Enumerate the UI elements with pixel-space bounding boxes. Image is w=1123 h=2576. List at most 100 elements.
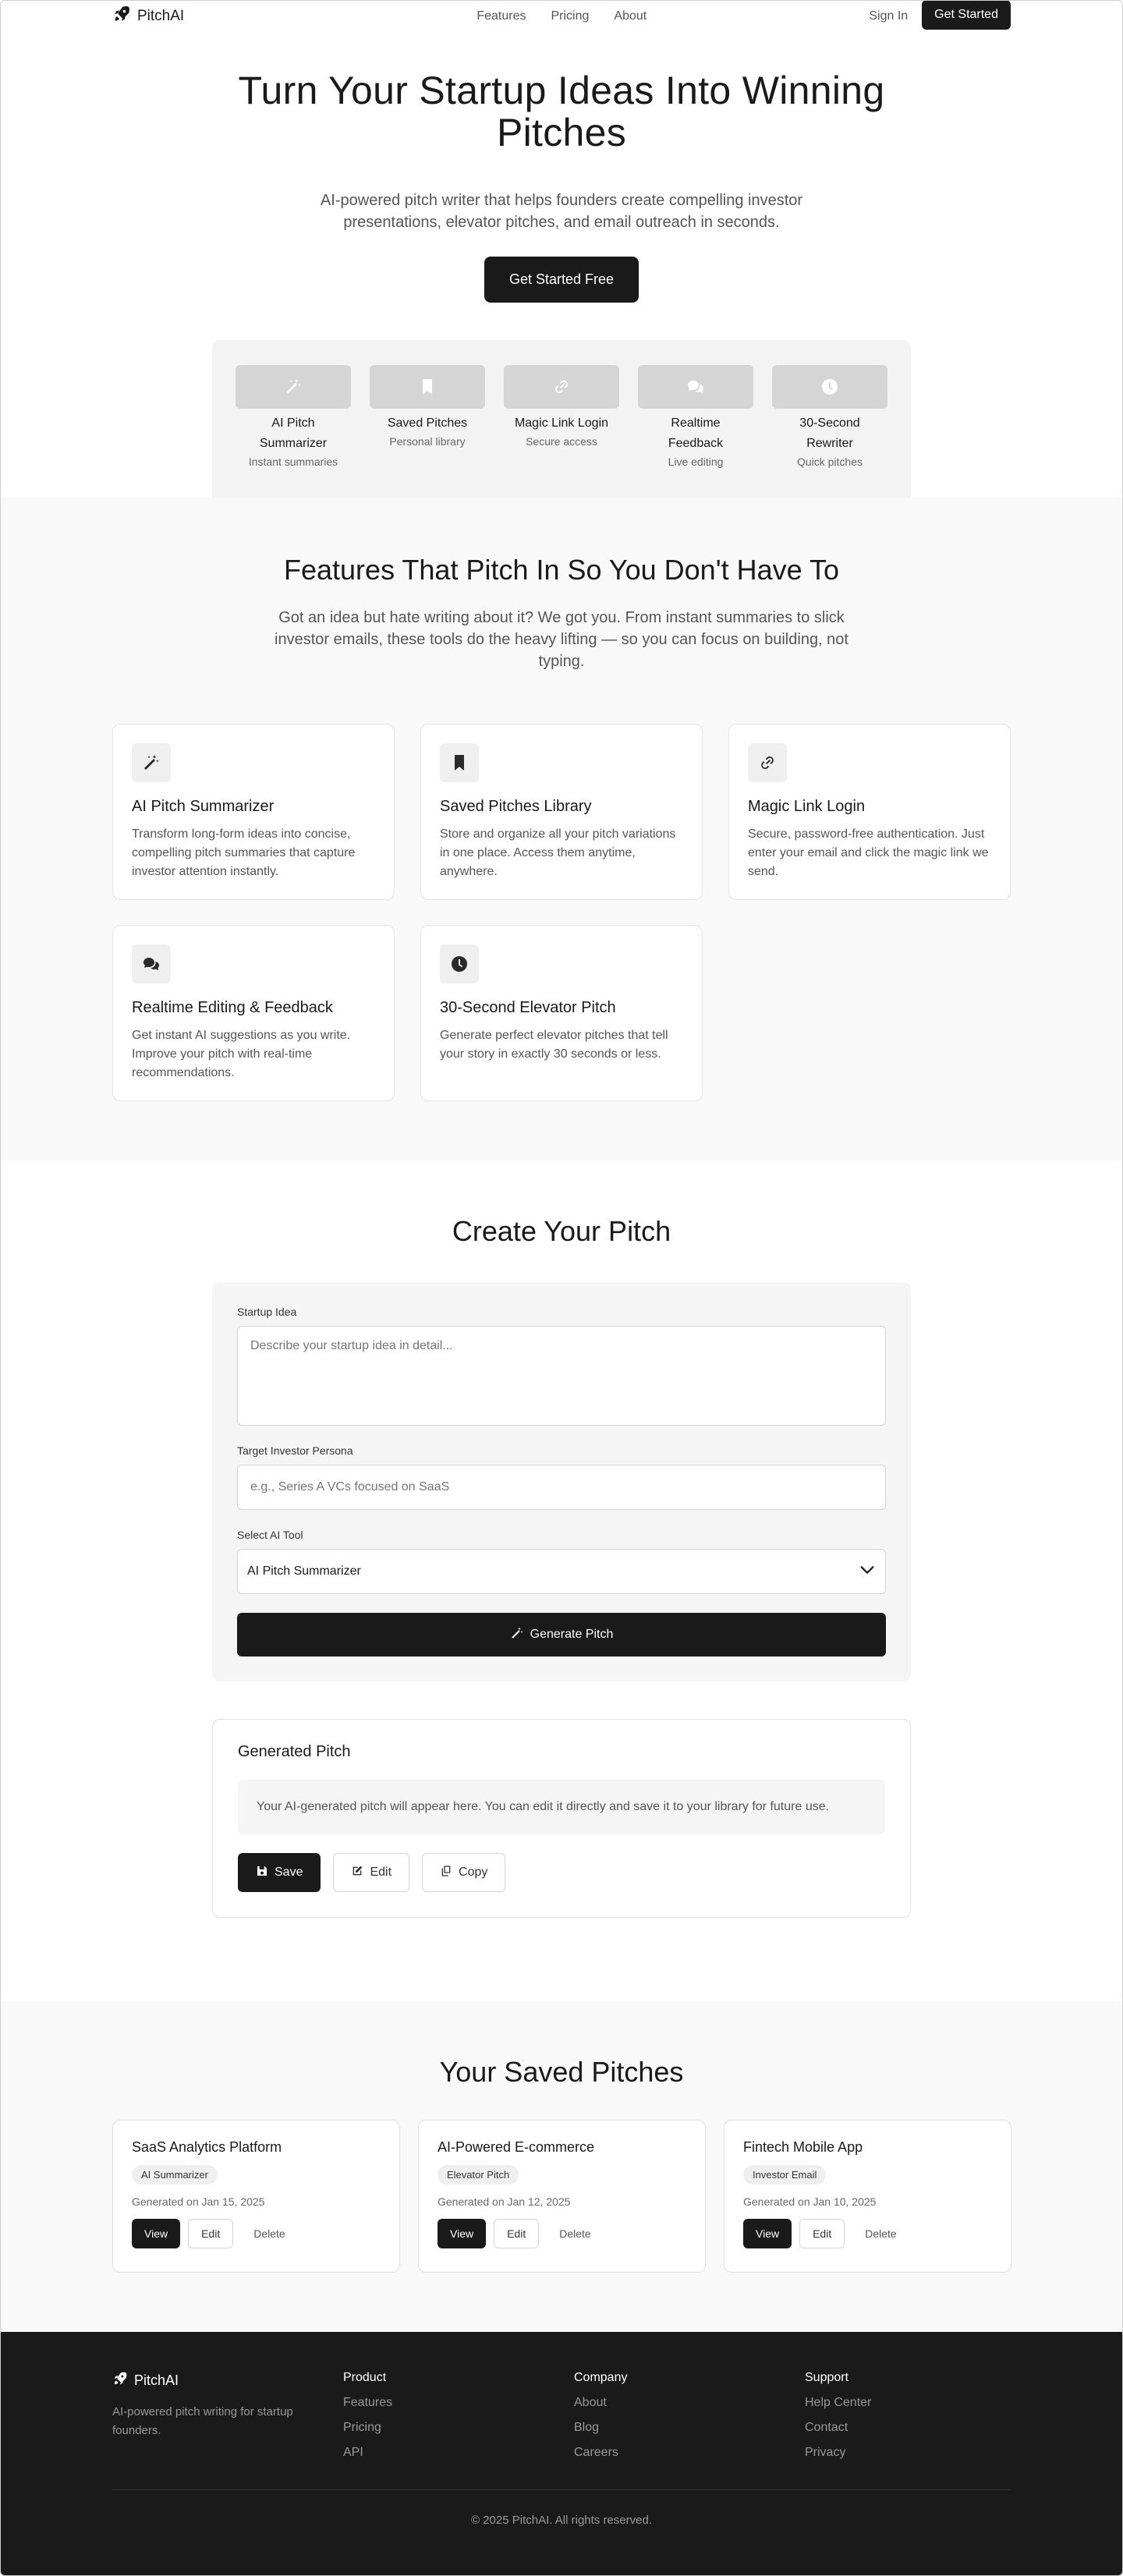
footer-link[interactable]: API [343,2446,574,2460]
create-title: Create Your Pitch [452,1215,671,1247]
feature-card: 30-Second Elevator Pitch Generate perfec… [420,925,703,1101]
tool-item-saved[interactable]: Saved Pitches Personal library [370,365,485,498]
saved-pitch-title: SaaS Analytics Platform [132,2139,282,2155]
edit-button[interactable]: Edit [333,1853,410,1892]
features-section: Features That Pitch In So You Don't Have… [1,498,1122,1160]
hero-subtitle: AI-powered pitch writer that helps found… [320,192,803,231]
nav-link-features[interactable]: Features [476,9,526,23]
saved-pitches-grid: SaaS Analytics Platform AI Summarizer Ge… [112,2120,1011,2273]
footer-link[interactable]: Blog [574,2421,805,2435]
delete-button[interactable]: Delete [241,2219,297,2248]
saved-pitch-actions: View Edit Delete [438,2219,686,2248]
tool-item-magic-link[interactable]: Magic Link Login Secure access [504,365,619,498]
idea-label: Startup Idea [237,1306,297,1318]
tool-name: Saved Pitches [387,416,468,430]
footer-link[interactable]: Pricing [343,2421,574,2435]
create-pitch-section: Create Your Pitch Startup Idea Target In… [1,1160,1122,2001]
nav-link-pricing[interactable]: Pricing [551,9,589,23]
pitch-form: Startup Idea Target Investor Persona Sel… [212,1282,911,1681]
signin-link[interactable]: Sign In [869,9,908,23]
footer-link[interactable]: About [574,2396,805,2410]
brand-logo[interactable]: PitchAI [112,5,184,28]
footer-logo[interactable]: PitchAI [112,2371,343,2390]
clock-icon [440,944,479,983]
footer-heading: Product [343,2371,387,2384]
generate-pitch-button[interactable]: Generate Pitch [237,1613,886,1657]
pitch-actions: Save Edit Copy [238,1853,885,1892]
tool-strip: AI Pitch Summarizer Instant summaries Sa… [212,340,911,498]
footer-link[interactable]: Privacy [805,2446,1011,2460]
tool-item-summarizer[interactable]: AI Pitch Summarizer Instant summaries [236,365,351,498]
link-icon [748,743,787,782]
edit-button[interactable]: Edit [494,2219,540,2248]
view-button[interactable]: View [438,2219,487,2248]
footer-link[interactable]: Help Center [805,2396,1011,2410]
feature-card: AI Pitch Summarizer Transform long-form … [112,724,395,900]
footer-column-support: Support Help Center Contact Privacy [805,2371,1011,2460]
saved-pitch-card: AI-Powered E-commerce Elevator Pitch Gen… [418,2120,706,2273]
nav-links: Features Pricing About [476,9,647,23]
get-started-free-button[interactable]: Get Started Free [484,257,639,303]
startup-idea-input[interactable] [237,1326,886,1426]
investor-persona-input[interactable] [237,1465,886,1510]
save-button[interactable]: Save [238,1853,321,1892]
footer-column-product: Product Features Pricing API [343,2371,574,2460]
copy-button[interactable]: Copy [422,1853,506,1892]
feature-title: Realtime Editing & Feedback [132,999,333,1016]
saved-pitch-card: Fintech Mobile App Investor Email Genera… [724,2120,1011,2273]
hero-title: Turn Your Startup Ideas Into Winning Pit… [238,69,885,154]
floppy-disk-icon [256,1865,268,1881]
footer-link[interactable]: Contact [805,2421,1011,2435]
edit-button[interactable]: Edit [188,2219,234,2248]
feature-title: AI Pitch Summarizer [132,798,275,815]
ai-tool-select[interactable]: AI Pitch Summarizer [237,1549,886,1594]
chevron-down-icon [859,1561,876,1582]
copyright: © 2025 PitchAI. All rights reserved. [471,2514,652,2527]
edit-button[interactable]: Edit [799,2219,845,2248]
bookmark-icon [440,743,479,782]
feature-title: Saved Pitches Library [440,798,592,815]
generated-pitch-title: Generated Pitch [238,1743,351,1760]
footer-brand: PitchAI AI-powered pitch writing for sta… [112,2371,343,2460]
save-label: Save [275,1866,303,1879]
brand-name: PitchAI [137,8,185,24]
saved-pitch-actions: View Edit Delete [743,2219,992,2248]
magic-wand-icon [510,1626,524,1644]
feature-title: Magic Link Login [748,798,866,815]
chat-icon [638,365,753,409]
tool-item-rewriter[interactable]: 30-Second Rewriter Quick pitches [772,365,887,498]
features-title: Features That Pitch In So You Don't Have… [284,554,839,586]
tool-sub: Live editing [668,455,724,468]
footer-link[interactable]: Features [343,2396,574,2410]
tool-tag: Investor Email [743,2165,827,2184]
tool-name: Magic Link Login [514,416,609,430]
saved-pitch-card: SaaS Analytics Platform AI Summarizer Ge… [112,2120,400,2273]
tool-item-feedback[interactable]: Realtime Feedback Live editing [638,365,753,498]
nav-link-about[interactable]: About [614,9,647,23]
view-button[interactable]: View [743,2219,792,2248]
saved-pitch-date: Generated on Jan 15, 2025 [132,2195,265,2208]
saved-pitch-title: Fintech Mobile App [743,2139,863,2155]
feature-title: 30-Second Elevator Pitch [440,999,616,1016]
footer-divider [112,2489,1011,2490]
feature-desc: Get instant AI suggestions as you write.… [132,1029,351,1079]
feature-card: Magic Link Login Secure, password-free a… [728,724,1011,900]
top-nav: PitchAI Features Pricing About Sign In G… [112,1,1011,32]
tool-name: 30-Second Rewriter [799,416,860,450]
delete-button[interactable]: Delete [547,2219,603,2248]
footer-link[interactable]: Careers [574,2446,805,2460]
clock-icon [772,365,887,409]
delete-button[interactable]: Delete [852,2219,909,2248]
hero-section: Turn Your Startup Ideas Into Winning Pit… [1,32,1122,498]
get-started-button[interactable]: Get Started [922,1,1011,30]
page: PitchAI Features Pricing About Sign In G… [0,0,1123,2576]
link-icon [504,365,619,409]
generated-pitch-editor[interactable]: Your AI-generated pitch will appear here… [238,1780,885,1834]
tool-name: Realtime Feedback [668,416,724,450]
view-button[interactable]: View [132,2219,181,2248]
generated-pitch-card: Generated Pitch Your AI-generated pitch … [212,1719,911,1918]
tool-sub: Secure access [526,435,597,448]
magic-wand-icon [236,365,351,409]
feature-desc: Store and organize all your pitch variat… [440,827,676,878]
tool-tag: AI Summarizer [132,2165,218,2184]
